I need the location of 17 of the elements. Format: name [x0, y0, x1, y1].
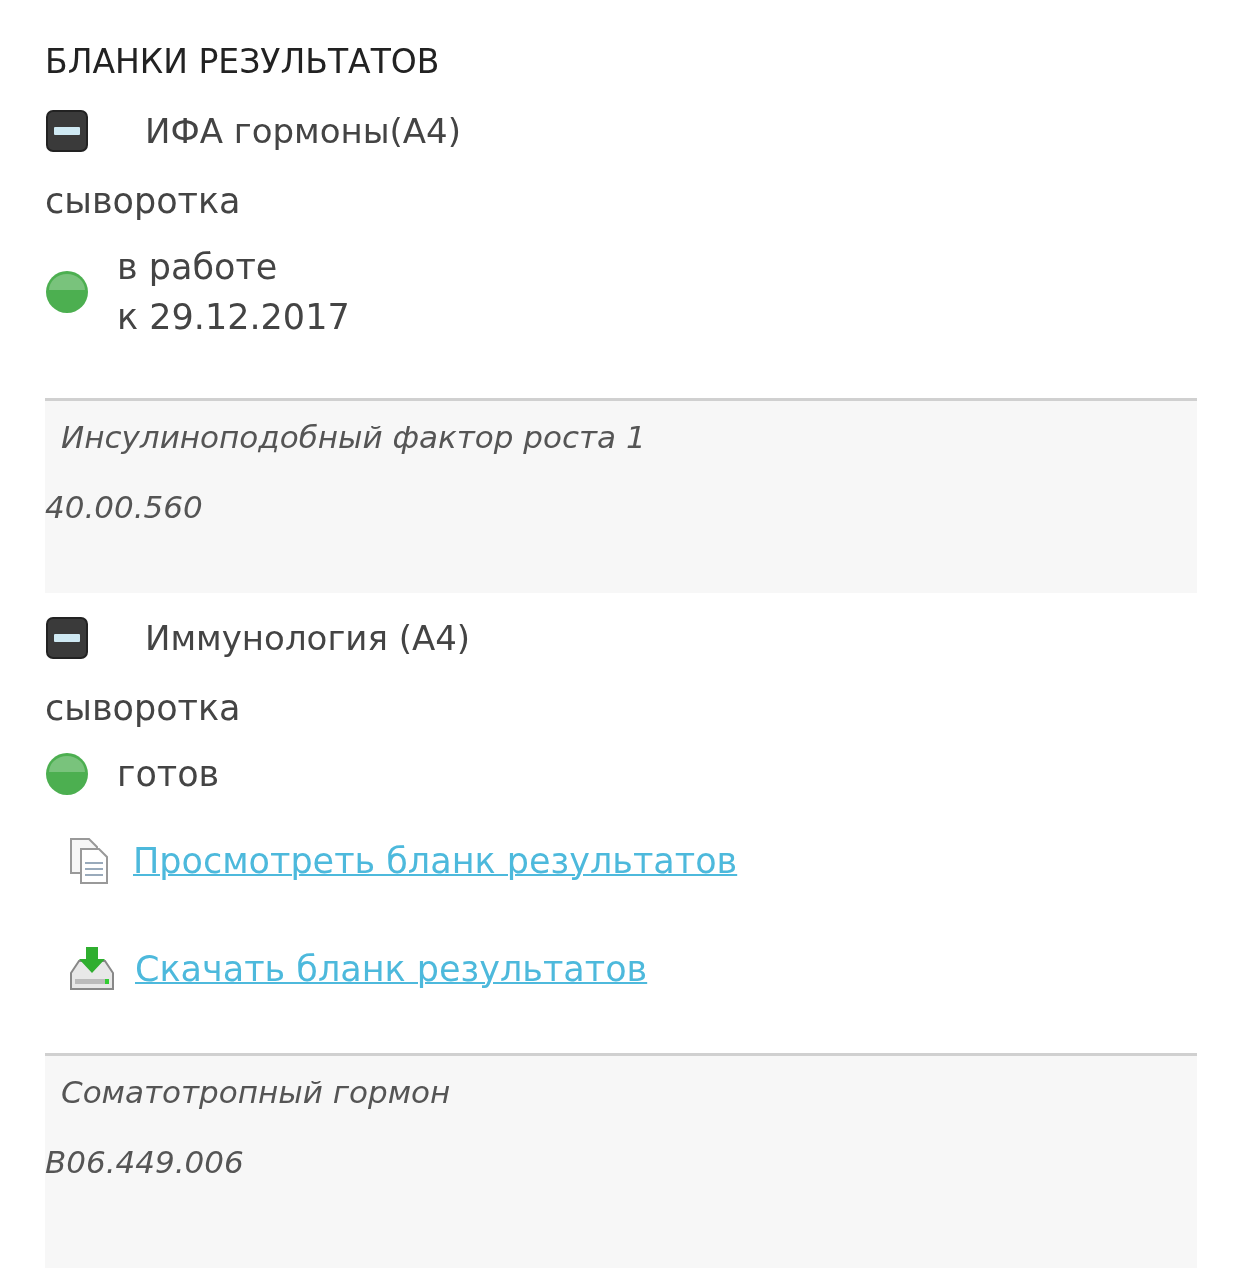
view-link[interactable]: Просмотреть бланк результатов [133, 841, 738, 881]
section-title: БЛАНКИ РЕЗУЛЬТАТОВ [45, 41, 441, 83]
test-name: Инсулиноподобный фактор роста 1 [60, 418, 647, 457]
status-text: в работе [117, 246, 279, 289]
sample-type: сыворотка [45, 180, 242, 223]
test-name: Соматотропный гормон [60, 1073, 452, 1112]
download-icon [67, 945, 117, 993]
group-name: ИФА гормоны(A4) [145, 111, 461, 151]
collapse-icon[interactable] [45, 616, 89, 660]
test-code: B06.449.006 [45, 1143, 245, 1182]
status-text: к 29.12.2017 [117, 296, 350, 339]
collapse-icon[interactable] [45, 109, 89, 153]
test-code: 40.00.560 [45, 488, 204, 527]
group-name: Иммунология (A4) [145, 618, 471, 658]
download-link[interactable]: Скачать бланк результатов [135, 949, 648, 989]
status-text: готов [117, 753, 220, 796]
sample-type: сыворотка [45, 687, 242, 730]
